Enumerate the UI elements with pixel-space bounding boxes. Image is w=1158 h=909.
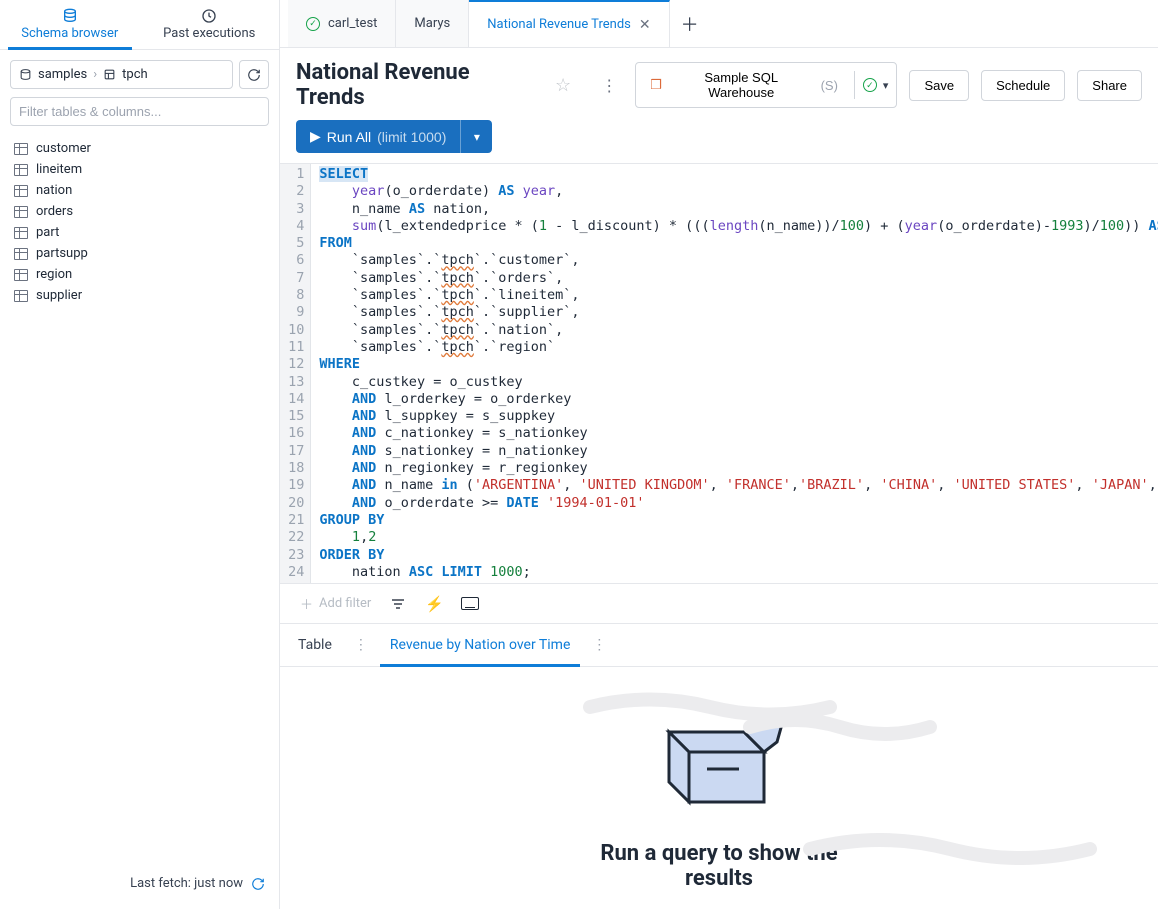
- schedule-button[interactable]: Schedule: [981, 70, 1065, 101]
- doc-tab-label: National Revenue Trends: [487, 17, 631, 32]
- lightning-icon[interactable]: ⚡: [425, 596, 443, 612]
- sidebar-tab-label: Schema browser: [21, 26, 118, 41]
- save-button[interactable]: Save: [909, 70, 969, 101]
- table-icon: [14, 206, 28, 218]
- warehouse-icon: ❒: [650, 77, 662, 93]
- plus-icon: ＋: [300, 594, 313, 613]
- page-title: National Revenue Trends: [296, 60, 543, 110]
- sidebar-tab-past[interactable]: Past executions: [140, 0, 280, 49]
- last-fetch-status: Last fetch: just now: [0, 866, 279, 909]
- table-name: part: [36, 225, 59, 240]
- chevron-right-icon: ›: [93, 67, 97, 82]
- run-all-button[interactable]: ▶ Run All (limit 1000): [296, 120, 460, 153]
- table-icon: [14, 290, 28, 302]
- database-icon: [62, 8, 78, 24]
- table-item[interactable]: customer: [10, 138, 269, 159]
- table-icon: [14, 164, 28, 176]
- table-icon: [14, 185, 28, 197]
- table-item[interactable]: nation: [10, 180, 269, 201]
- table-name: orders: [36, 204, 73, 219]
- document-tabs: ✓ carl_test Marys National Revenue Trend…: [280, 0, 1158, 48]
- doc-tab-carl-test[interactable]: ✓ carl_test: [288, 0, 396, 47]
- table-icon: [14, 269, 28, 281]
- add-filter-label: Add filter: [319, 596, 371, 611]
- table-name: nation: [36, 183, 72, 198]
- sql-editor[interactable]: 123456789101112131415161718192021222324 …: [280, 163, 1158, 584]
- table-icon: [14, 248, 28, 260]
- status-ok-icon: ✓: [306, 17, 320, 31]
- sidebar: Schema browser Past executions samples ›…: [0, 0, 280, 909]
- table-icon: [14, 143, 28, 155]
- catalog-icon: [19, 68, 32, 81]
- table-item[interactable]: part: [10, 222, 269, 243]
- filter-tables-input[interactable]: [10, 97, 269, 126]
- results-panel: Run a query to show the results: [280, 667, 1158, 909]
- more-menu[interactable]: ⋮: [595, 76, 623, 95]
- add-filter-button[interactable]: ＋ Add filter: [300, 594, 371, 613]
- keyboard-icon[interactable]: [461, 596, 479, 612]
- run-limit: (limit 1000): [377, 129, 446, 145]
- parameters-icon[interactable]: [389, 596, 407, 612]
- table-item[interactable]: lineitem: [10, 159, 269, 180]
- schema-icon: [103, 68, 116, 81]
- history-icon: [201, 8, 217, 24]
- results-tab-menu[interactable]: ⋮: [354, 637, 368, 653]
- refresh-icon: [247, 68, 261, 82]
- run-label: Run All: [327, 129, 371, 145]
- table-item[interactable]: region: [10, 264, 269, 285]
- schema-name: tpch: [122, 67, 148, 82]
- favorite-toggle[interactable]: ☆: [555, 75, 571, 96]
- last-fetch-text: Last fetch: just now: [130, 876, 243, 891]
- table-item[interactable]: orders: [10, 201, 269, 222]
- table-name: partsupp: [36, 246, 88, 261]
- table-name: customer: [36, 141, 91, 156]
- table-name: region: [36, 267, 72, 282]
- status-ok-icon: ✓: [863, 78, 877, 92]
- table-name: supplier: [36, 288, 82, 303]
- doc-tab-marys[interactable]: Marys: [396, 0, 469, 47]
- doc-tab-label: Marys: [414, 16, 450, 31]
- refresh-schema-button[interactable]: [239, 60, 269, 89]
- table-item[interactable]: partsupp: [10, 243, 269, 264]
- doc-tab-national-revenue[interactable]: National Revenue Trends ✕: [469, 0, 669, 47]
- table-icon: [14, 227, 28, 239]
- sidebar-tab-schema[interactable]: Schema browser: [0, 0, 140, 49]
- doc-tab-label: carl_test: [328, 16, 377, 31]
- warehouse-name: Sample SQL Warehouse: [670, 70, 813, 100]
- table-name: lineitem: [36, 162, 82, 177]
- chevron-down-icon: ▾: [883, 79, 889, 92]
- warehouse-picker[interactable]: ❒ Sample SQL Warehouse (S) ✓ ▾: [635, 62, 897, 108]
- results-tab-viz[interactable]: Revenue by Nation over Time: [388, 624, 572, 666]
- table-item[interactable]: supplier: [10, 285, 269, 306]
- schema-breadcrumb[interactable]: samples › tpch: [10, 60, 233, 89]
- results-tab-menu[interactable]: ⋮: [592, 637, 606, 653]
- refresh-icon[interactable]: [251, 877, 265, 891]
- catalog-name: samples: [38, 67, 87, 82]
- warehouse-size: (S): [821, 78, 838, 93]
- run-dropdown[interactable]: ▾: [460, 120, 492, 153]
- sidebar-tab-label: Past executions: [163, 26, 255, 41]
- results-tab-table[interactable]: Table: [296, 624, 334, 666]
- play-icon: ▶: [310, 128, 321, 145]
- close-tab-button[interactable]: ✕: [639, 17, 651, 33]
- add-tab-button[interactable]: ＋: [670, 0, 710, 47]
- share-button[interactable]: Share: [1077, 70, 1142, 101]
